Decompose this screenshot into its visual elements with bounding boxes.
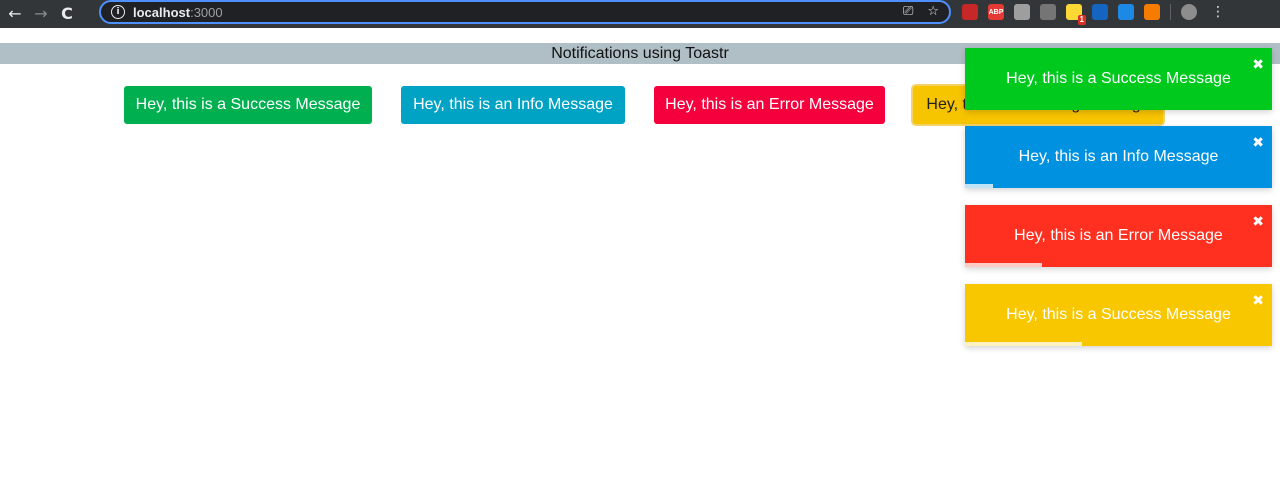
- url-port: :3000: [190, 4, 223, 20]
- adblock-plus-icon[interactable]: ABP: [988, 4, 1004, 20]
- lightbulb-icon[interactable]: 1: [1066, 4, 1086, 25]
- download-icon[interactable]: [1118, 4, 1134, 20]
- close-icon[interactable]: ✖: [1252, 58, 1264, 72]
- extensions-bar: ABP 1 ⋮: [962, 4, 1225, 25]
- toast-message: Hey, this is an Error Message: [1014, 227, 1223, 244]
- site-info-icon[interactable]: i: [111, 5, 125, 19]
- toast-message: Hey, this is a Success Message: [1006, 306, 1231, 323]
- toast-message: Hey, this is a Success Message: [1006, 70, 1231, 87]
- success-message-button[interactable]: Hey, this is a Success Message: [124, 86, 372, 124]
- toast-progress-bar: [965, 184, 993, 188]
- browser-menu-icon[interactable]: ⋮: [1211, 4, 1225, 20]
- toast-message: Hey, this is an Info Message: [1018, 148, 1219, 165]
- toolbar-divider: [1170, 4, 1171, 20]
- close-icon[interactable]: ✖: [1252, 294, 1264, 308]
- forward-icon[interactable]: →: [28, 0, 54, 28]
- address-bar[interactable]: i localhost:3000 ⎚ ☆: [99, 0, 951, 24]
- toast-progress-bar: [965, 263, 1042, 267]
- reload-icon[interactable]: C: [54, 0, 80, 28]
- chart-icon[interactable]: [1092, 4, 1108, 20]
- browser-toolbar: ← → C i localhost:3000 ⎚ ☆ ABP 1 ⋮: [0, 0, 1280, 28]
- cast-icon[interactable]: ⎚: [903, 2, 913, 22]
- extension-badge: 1: [1077, 15, 1086, 25]
- back-icon[interactable]: ←: [2, 0, 28, 28]
- eye-icon[interactable]: [1040, 4, 1056, 20]
- toast-progress-bar: [965, 342, 1082, 346]
- url-host: localhost: [133, 4, 191, 20]
- fox-icon[interactable]: [1144, 4, 1160, 20]
- warning-toast[interactable]: Hey, this is a Success Message ✖: [965, 284, 1272, 346]
- ext-red-icon[interactable]: [962, 4, 978, 20]
- close-icon[interactable]: ✖: [1252, 215, 1264, 229]
- info-toast[interactable]: Hey, this is an Info Message ✖: [965, 126, 1272, 188]
- url-text[interactable]: localhost:3000: [133, 5, 223, 20]
- error-message-button[interactable]: Hey, this is an Error Message: [654, 86, 885, 124]
- close-icon[interactable]: ✖: [1252, 136, 1264, 150]
- bookmark-star-icon[interactable]: ☆: [927, 2, 939, 22]
- profile-avatar[interactable]: [1181, 4, 1197, 20]
- success-toast[interactable]: Hey, this is a Success Message ✖: [965, 48, 1272, 110]
- info-message-button[interactable]: Hey, this is an Info Message: [401, 86, 625, 124]
- cube-icon[interactable]: [1014, 4, 1030, 20]
- error-toast[interactable]: Hey, this is an Error Message ✖: [965, 205, 1272, 267]
